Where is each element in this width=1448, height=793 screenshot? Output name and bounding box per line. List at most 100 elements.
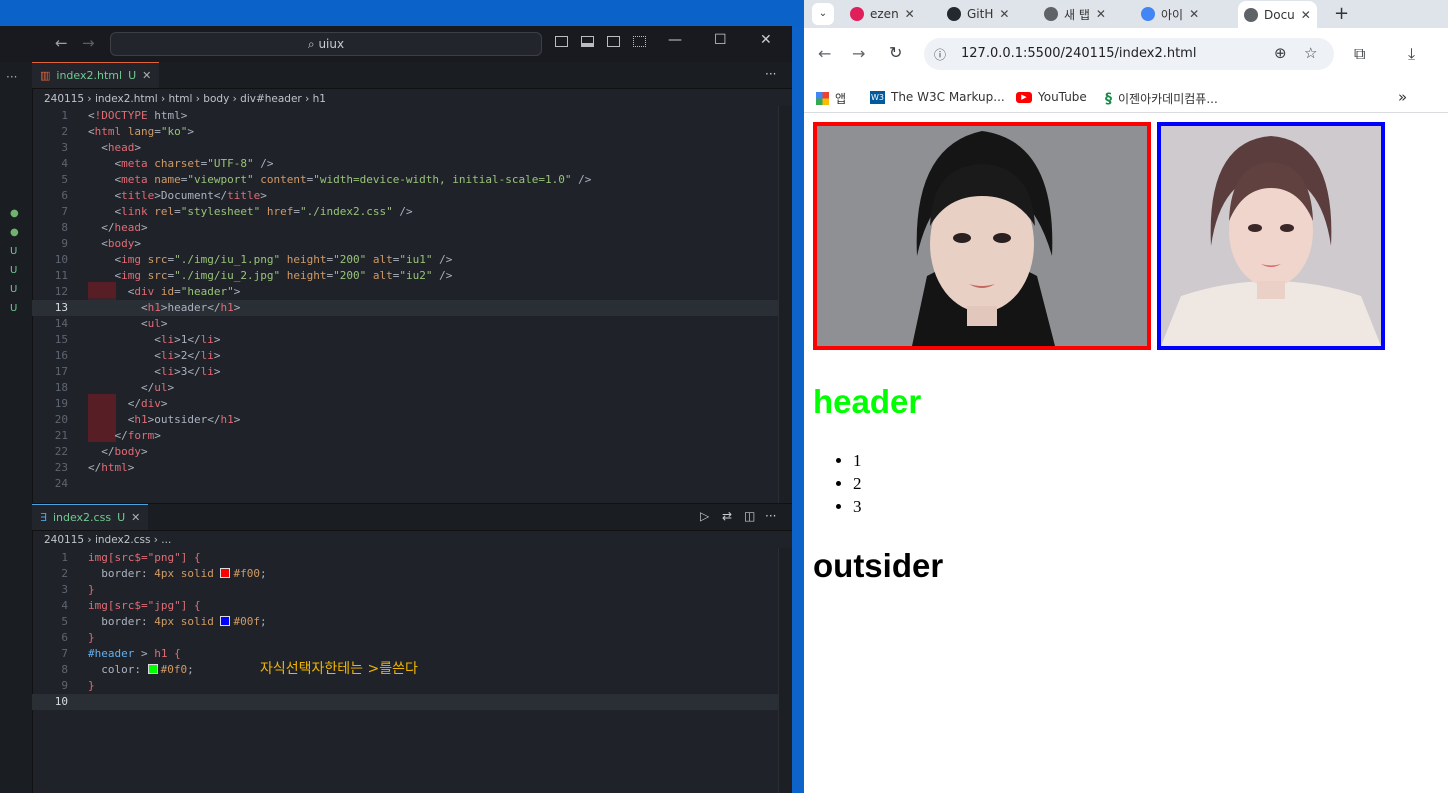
bookmark-w3c[interactable]: W3 The W3C Markup... bbox=[870, 90, 1005, 104]
tab-favicon-icon bbox=[850, 7, 864, 21]
more-icon[interactable]: ··· bbox=[6, 70, 17, 84]
code-text: <li>3</li> bbox=[154, 365, 221, 378]
address-bar[interactable]: ⓘ 127.0.0.1:5500/240115/index2.html ⊕ ☆ bbox=[924, 38, 1334, 70]
breadcrumb-item[interactable]: › html bbox=[158, 93, 192, 105]
code-line[interactable]: 22 </body> bbox=[32, 444, 778, 460]
maximize-icon[interactable]: ☐ bbox=[714, 32, 727, 48]
browser-tab[interactable]: Docu ✕ bbox=[1238, 1, 1317, 28]
code-line[interactable]: 7 <link rel="stylesheet" href="./index2.… bbox=[32, 204, 778, 220]
code-line[interactable]: 6} bbox=[32, 630, 778, 646]
tab-title: GitH bbox=[967, 7, 994, 21]
site-info-icon[interactable]: ⓘ bbox=[934, 46, 946, 63]
breadcrumb-item[interactable]: 240115 bbox=[44, 534, 84, 546]
toggle-secondary-sidebar-icon[interactable] bbox=[607, 36, 620, 47]
browser-tab[interactable]: 새 탭 ✕ bbox=[1044, 3, 1106, 25]
code-line[interactable]: 14 <ul> bbox=[32, 316, 778, 332]
more-bookmarks-icon[interactable]: » bbox=[1398, 88, 1407, 106]
close-tab-icon[interactable]: ✕ bbox=[1189, 7, 1199, 21]
code-line[interactable]: 4 img[src$="jpg"] { bbox=[32, 598, 778, 614]
code-line[interactable]: 4 <meta charset="UTF-8" /> bbox=[32, 156, 778, 172]
browser-tab[interactable]: GitH ✕ bbox=[947, 3, 1009, 25]
bookmark-apps[interactable]: 앱 bbox=[816, 90, 846, 107]
zoom-icon[interactable]: ⊕ bbox=[1274, 44, 1287, 62]
tab-favicon-icon bbox=[1244, 7, 1258, 22]
browser-tab[interactable]: ezen ✕ bbox=[850, 3, 915, 25]
code-line[interactable]: 10 <img src="./img/iu_1.png" height="200… bbox=[32, 252, 778, 268]
breadcrumb-item[interactable]: › body bbox=[192, 93, 230, 105]
code-line[interactable]: 13 <h1>header</h1> bbox=[32, 300, 778, 316]
close-tab-icon[interactable]: ✕ bbox=[999, 7, 1009, 21]
code-line[interactable]: 15 <li>1</li> bbox=[32, 332, 778, 348]
html-tab-bar: ▥ index2.html U ✕ ··· bbox=[32, 62, 792, 89]
download-icon[interactable]: ⤓ bbox=[1408, 44, 1415, 64]
code-line[interactable]: 9 <body> bbox=[32, 236, 778, 252]
reload-icon[interactable]: ↻ bbox=[889, 43, 902, 62]
code-line[interactable]: 8 </head> bbox=[32, 220, 778, 236]
code-line[interactable]: 3} bbox=[32, 582, 778, 598]
w3c-icon: W3 bbox=[870, 90, 885, 104]
code-line[interactable]: 18 </ul> bbox=[32, 380, 778, 396]
command-center-search[interactable]: ⌕ uiux bbox=[110, 32, 542, 56]
run-icon[interactable]: ▷ bbox=[700, 509, 709, 523]
code-line[interactable]: 16 <li>2</li> bbox=[32, 348, 778, 364]
code-line[interactable]: 2 <html lang="ko"> bbox=[32, 124, 778, 140]
html-scrollbar[interactable] bbox=[778, 106, 792, 526]
close-tab-icon[interactable]: ✕ bbox=[142, 69, 151, 82]
css-tab-bar: ∃ index2.css U ✕ ▷ ⇄ ◫ ··· bbox=[32, 503, 792, 531]
new-tab-icon[interactable]: + bbox=[1334, 3, 1349, 24]
breadcrumb-item[interactable]: › index2.css bbox=[84, 534, 150, 546]
breadcrumb-item[interactable]: › ... bbox=[150, 534, 172, 546]
code-line[interactable]: 3 <head> bbox=[32, 140, 778, 156]
back-arrow-icon[interactable]: ← bbox=[55, 34, 68, 52]
customize-layout-icon[interactable] bbox=[633, 36, 646, 47]
tab-index2-css[interactable]: ∃ index2.css U ✕ bbox=[32, 504, 149, 530]
code-line[interactable]: 5 <meta name="viewport" content="width=d… bbox=[32, 172, 778, 188]
code-line[interactable]: 9} bbox=[32, 678, 778, 694]
code-line[interactable]: 24 bbox=[32, 476, 778, 492]
code-line[interactable]: 12 <div id="header"> bbox=[32, 284, 778, 300]
close-tab-icon[interactable]: ✕ bbox=[131, 511, 140, 524]
extensions-icon[interactable]: ⧉ bbox=[1354, 44, 1365, 64]
back-icon[interactable]: ← bbox=[818, 44, 831, 63]
breadcrumb-item[interactable]: 240115 bbox=[44, 93, 84, 105]
code-line[interactable]: 11 <img src="./img/iu_2.jpg" height="200… bbox=[32, 268, 778, 284]
code-line[interactable]: 23 </html> bbox=[32, 460, 778, 476]
split-editor-icon[interactable]: ◫ bbox=[744, 509, 755, 523]
code-line[interactable]: 17 <li>3</li> bbox=[32, 364, 778, 380]
list-item: 2 bbox=[853, 472, 862, 495]
toggle-panel-icon[interactable] bbox=[581, 36, 594, 47]
code-line[interactable]: 2 border: 4px solid #f00; bbox=[32, 566, 778, 582]
toggle-sidebar-icon[interactable] bbox=[555, 36, 568, 47]
html-code-editor[interactable]: 1 <!DOCTYPE html> 2 <html lang="ko"> 3 <head… bbox=[32, 106, 778, 506]
annotation-note: 자식선택자한테는 >를쓴다 bbox=[260, 661, 418, 677]
tab-index2-html[interactable]: ▥ index2.html U ✕ bbox=[32, 62, 160, 88]
compare-changes-icon[interactable]: ⇄ bbox=[722, 509, 732, 523]
bookmark-star-icon[interactable]: ☆ bbox=[1304, 44, 1317, 62]
code-line[interactable]: 21 </form> bbox=[32, 428, 778, 444]
code-line[interactable]: 1 img[src$="png"] { bbox=[32, 550, 778, 566]
browser-tab[interactable]: 아이 ✕ bbox=[1141, 3, 1199, 25]
profile-icon[interactable]: ⋮ bbox=[1442, 44, 1448, 63]
code-line[interactable]: 20 <h1>outsider</h1> bbox=[32, 412, 778, 428]
forward-arrow-icon[interactable]: → bbox=[82, 34, 95, 52]
close-tab-icon[interactable]: ✕ bbox=[1301, 8, 1311, 22]
breadcrumb-item[interactable]: › index2.html bbox=[84, 93, 157, 105]
bookmark-youtube[interactable]: ▶ YouTube bbox=[1016, 90, 1087, 104]
more-actions-icon[interactable]: ··· bbox=[765, 509, 776, 523]
close-icon[interactable]: ✕ bbox=[760, 32, 772, 48]
tab-search-icon[interactable]: ⌄ bbox=[812, 3, 834, 25]
minimize-icon[interactable]: — bbox=[668, 32, 682, 48]
close-tab-icon[interactable]: ✕ bbox=[905, 7, 915, 21]
code-line[interactable]: 5 border: 4px solid #00f; bbox=[32, 614, 778, 630]
css-scrollbar[interactable] bbox=[778, 548, 792, 793]
breadcrumb-item[interactable]: › h1 bbox=[302, 93, 326, 105]
code-line[interactable]: 1 <!DOCTYPE html> bbox=[32, 108, 778, 124]
code-line[interactable]: 10 bbox=[32, 694, 778, 710]
forward-icon[interactable]: → bbox=[852, 44, 865, 63]
more-actions-icon[interactable]: ··· bbox=[765, 67, 776, 81]
code-line[interactable]: 19 </div> bbox=[32, 396, 778, 412]
breadcrumb-item[interactable]: › div#header bbox=[229, 93, 302, 105]
code-line[interactable]: 6 <title>Document</title> bbox=[32, 188, 778, 204]
bookmark-ezen[interactable]: § 이젠아카데미컴퓨... bbox=[1105, 90, 1218, 107]
close-tab-icon[interactable]: ✕ bbox=[1096, 7, 1106, 21]
